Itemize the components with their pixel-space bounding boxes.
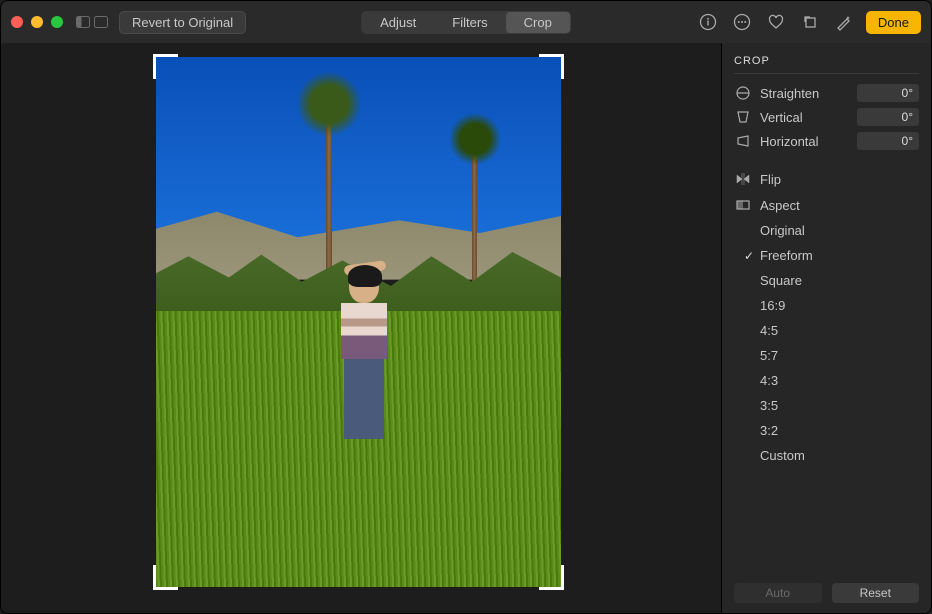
edit-mode-tabs: Adjust Filters Crop xyxy=(361,11,571,34)
crop-handle-bottom-left[interactable] xyxy=(153,565,178,590)
sidebar-toggle-group xyxy=(75,14,109,30)
straighten-icon[interactable] xyxy=(734,84,752,102)
more-icon[interactable] xyxy=(730,10,754,34)
aspect-option-square[interactable]: Square xyxy=(760,268,919,293)
aspect-header[interactable]: Aspect xyxy=(734,192,919,218)
flip-icon xyxy=(734,170,752,188)
checkmark-icon: ✓ xyxy=(742,249,756,263)
aspect-option-label: 4:3 xyxy=(760,373,778,388)
sidebar-left-icon[interactable] xyxy=(75,14,91,30)
flip-label: Flip xyxy=(760,172,781,187)
crop-sidebar: CROP Straighten 0° Vertical 0° xyxy=(721,43,931,613)
crop-handle-top-right[interactable] xyxy=(539,54,564,79)
aspect-option-freeform[interactable]: ✓Freeform xyxy=(760,243,919,268)
photos-edit-window: Revert to Original Adjust Filters Crop D… xyxy=(0,0,932,614)
auto-button[interactable]: Auto xyxy=(734,583,822,603)
aspect-option-label: Custom xyxy=(760,448,805,463)
photo-content xyxy=(156,57,561,587)
crop-handle-bottom-right[interactable] xyxy=(539,565,564,590)
tab-filters[interactable]: Filters xyxy=(434,12,505,33)
rotate-icon[interactable] xyxy=(798,10,822,34)
reset-button[interactable]: Reset xyxy=(832,583,920,603)
favorite-icon[interactable] xyxy=(764,10,788,34)
aspect-option-label: 5:7 xyxy=(760,348,778,363)
auto-enhance-icon[interactable] xyxy=(832,10,856,34)
straighten-row: Straighten 0° xyxy=(734,84,919,102)
aspect-option-4-5[interactable]: 4:5 xyxy=(760,318,919,343)
aspect-option-label: 3:5 xyxy=(760,398,778,413)
crop-handle-top-left[interactable] xyxy=(153,54,178,79)
toolbar: Revert to Original Adjust Filters Crop D… xyxy=(1,1,931,44)
tab-crop[interactable]: Crop xyxy=(506,12,570,33)
straighten-label: Straighten xyxy=(760,86,857,101)
vertical-perspective-icon[interactable] xyxy=(734,108,752,126)
editor-body: CROP Straighten 0° Vertical 0° xyxy=(1,43,931,613)
aspect-option-4-3[interactable]: 4:3 xyxy=(760,368,919,393)
vertical-row: Vertical 0° xyxy=(734,108,919,126)
window-controls xyxy=(11,16,63,28)
revert-to-original-button[interactable]: Revert to Original xyxy=(119,11,246,34)
aspect-option-3-2[interactable]: 3:2 xyxy=(760,418,919,443)
crop-section-title: CROP xyxy=(734,55,919,67)
horizontal-row: Horizontal 0° xyxy=(734,132,919,150)
aspect-option-16-9[interactable]: 16:9 xyxy=(760,293,919,318)
aspect-label: Aspect xyxy=(760,198,800,213)
vertical-value[interactable]: 0° xyxy=(857,108,919,126)
horizontal-perspective-icon[interactable] xyxy=(734,132,752,150)
divider xyxy=(734,73,919,74)
flip-button[interactable]: Flip xyxy=(734,166,919,192)
aspect-option-3-5[interactable]: 3:5 xyxy=(760,393,919,418)
toolbar-right-group: Done xyxy=(696,10,921,34)
minimize-window-button[interactable] xyxy=(31,16,43,28)
aspect-ratio-list: Original✓FreeformSquare16:94:55:74:33:53… xyxy=(734,218,919,468)
aspect-option-label: Freeform xyxy=(760,248,813,263)
aspect-option-custom[interactable]: Custom xyxy=(760,443,919,468)
aspect-option-label: 4:5 xyxy=(760,323,778,338)
aspect-option-label: Original xyxy=(760,223,805,238)
sidebar-right-icon[interactable] xyxy=(93,14,109,30)
tab-adjust[interactable]: Adjust xyxy=(362,12,434,33)
vertical-label: Vertical xyxy=(760,110,857,125)
fullscreen-window-button[interactable] xyxy=(51,16,63,28)
crop-frame[interactable] xyxy=(156,57,561,587)
info-icon[interactable] xyxy=(696,10,720,34)
close-window-button[interactable] xyxy=(11,16,23,28)
aspect-option-5-7[interactable]: 5:7 xyxy=(760,343,919,368)
horizontal-label: Horizontal xyxy=(760,134,857,149)
aspect-option-original[interactable]: Original xyxy=(760,218,919,243)
aspect-option-label: Square xyxy=(760,273,802,288)
aspect-option-label: 16:9 xyxy=(760,298,785,313)
done-button[interactable]: Done xyxy=(866,11,921,34)
straighten-value[interactable]: 0° xyxy=(857,84,919,102)
aspect-option-label: 3:2 xyxy=(760,423,778,438)
sidebar-footer: Auto Reset xyxy=(734,583,919,603)
image-viewer xyxy=(1,43,721,613)
aspect-icon xyxy=(734,196,752,214)
horizontal-value[interactable]: 0° xyxy=(857,132,919,150)
